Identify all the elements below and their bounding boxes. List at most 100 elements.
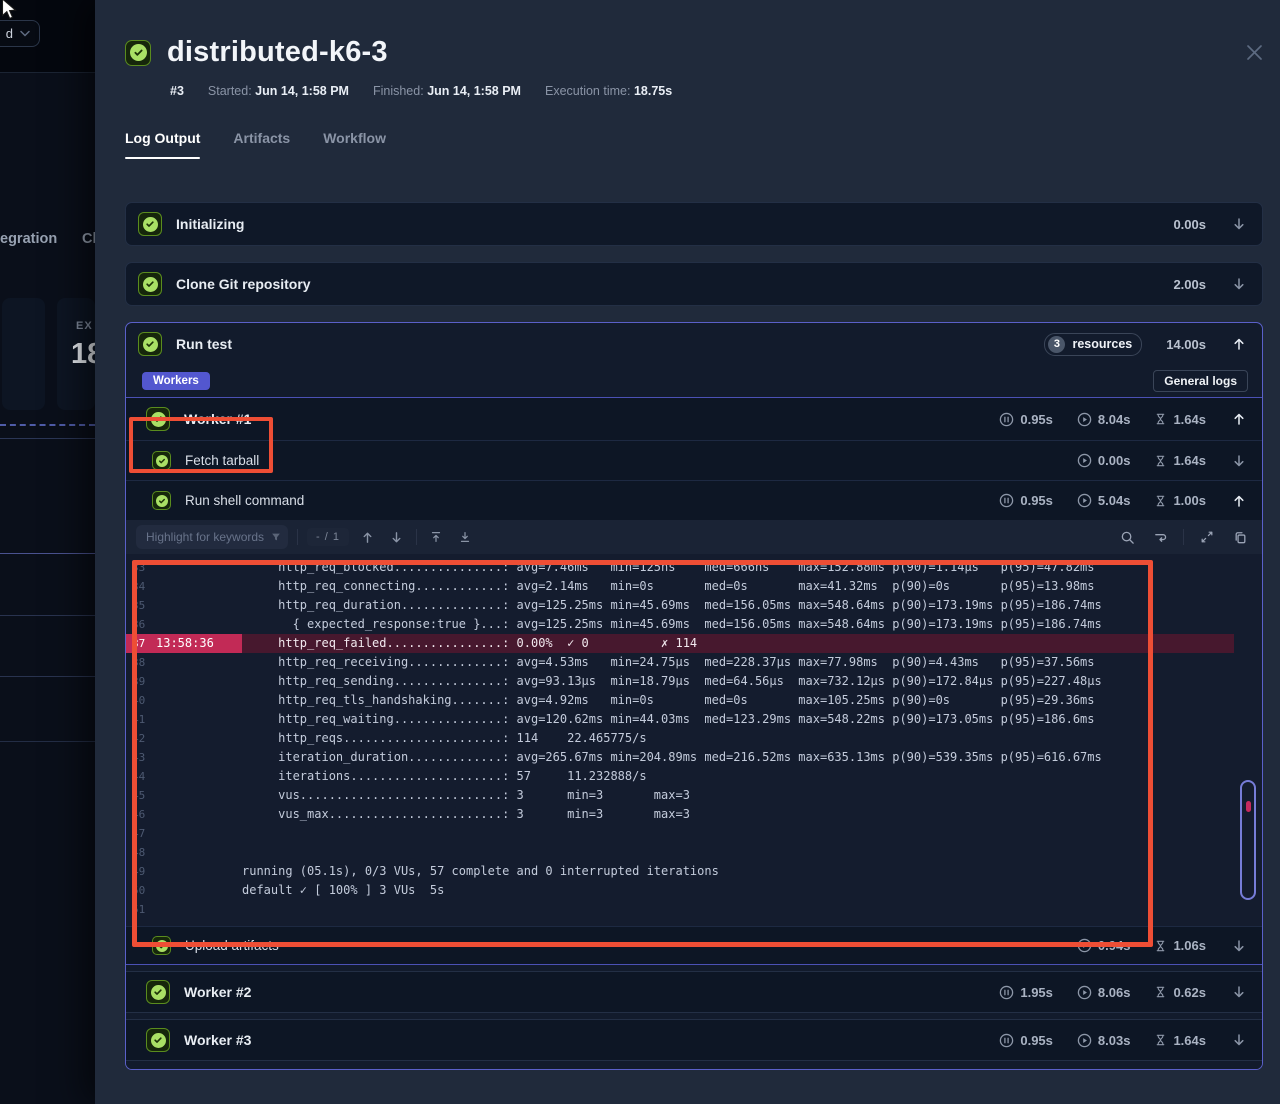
chevron-down-icon[interactable]: [1230, 275, 1248, 293]
step-row-worker1[interactable]: Worker #1 0.95s 8.04s 1.64s: [126, 398, 1262, 440]
chevron-up-icon[interactable]: [1230, 335, 1248, 353]
filter-funnel-icon: [270, 531, 282, 543]
chevron-down-icon[interactable]: [1230, 215, 1248, 233]
hourglass-icon: [1154, 494, 1167, 508]
background-divider: [0, 553, 95, 554]
expand-fullscreen-icon[interactable]: [1197, 527, 1217, 547]
step-row-worker3[interactable]: Worker #3 0.95s 8.03s 1.64s: [126, 1019, 1262, 1061]
drawer-header: distributed-k6-3: [125, 0, 1263, 69]
running-duration: 8.04s: [1077, 412, 1131, 427]
hourglass-icon: [1154, 1033, 1167, 1047]
scroll-to-bottom-icon[interactable]: [455, 527, 475, 547]
close-icon[interactable]: [1242, 40, 1266, 64]
success-status-icon: [152, 491, 171, 510]
step-row-run-test[interactable]: Run test 3 resources 14.00s: [126, 323, 1262, 365]
background-tab-integration[interactable]: egration: [0, 231, 57, 247]
step-label: Run test: [176, 336, 232, 352]
next-match-icon[interactable]: [387, 527, 407, 547]
resources-pill[interactable]: 3 resources: [1044, 333, 1142, 356]
running-duration: 5.04s: [1077, 493, 1131, 508]
success-status-icon: [125, 40, 151, 66]
step-label: Clone Git repository: [176, 276, 311, 292]
tab-workflow[interactable]: Workflow: [323, 130, 386, 159]
execution-time: Execution time: 18.75s: [545, 84, 672, 98]
step-row-run-shell[interactable]: Run shell command 0.95s 5.04s 1.00s: [126, 480, 1262, 520]
running-duration: 8.06s: [1077, 985, 1131, 1000]
search-icon[interactable]: [1117, 527, 1137, 547]
log-line: 44 iterations.....................: 57 1…: [126, 767, 1234, 786]
workers-bar: Workers General logs: [126, 365, 1262, 397]
play-circle-icon: [1077, 453, 1092, 468]
success-status-icon: [152, 936, 171, 955]
log-lines[interactable]: 33 http_req_blocked...............: avg=…: [126, 558, 1234, 919]
background-divider: [0, 438, 95, 439]
chevron-up-icon[interactable]: [1230, 492, 1248, 510]
pause-circle-icon: [999, 1033, 1014, 1048]
step-label: Worker #1: [184, 411, 251, 427]
chevron-down-icon[interactable]: [1230, 983, 1248, 1001]
running-duration: 0.00s: [1077, 453, 1131, 468]
tab-log-output[interactable]: Log Output: [125, 130, 200, 159]
paused-duration: 0.95s: [999, 493, 1053, 508]
queued-duration: 1.64s: [1154, 1033, 1206, 1048]
step-row-initializing[interactable]: Initializing 0.00s: [126, 203, 1262, 245]
success-status-icon: [152, 451, 171, 470]
queued-duration: 1.64s: [1154, 412, 1206, 427]
play-circle-icon: [1077, 412, 1092, 427]
log-scrollbar[interactable]: [1240, 780, 1256, 900]
pause-circle-icon: [999, 493, 1014, 508]
step-row-clone-git[interactable]: Clone Git repository 2.00s: [126, 263, 1262, 305]
tab-artifacts[interactable]: Artifacts: [233, 130, 290, 159]
step-label: Run shell command: [185, 493, 304, 508]
paused-duration: 0.95s: [999, 412, 1053, 427]
log-line: 43 iteration_duration.............: avg=…: [126, 748, 1234, 767]
copy-icon[interactable]: [1230, 527, 1250, 547]
background-tab-cli[interactable]: Cl: [82, 231, 95, 247]
finished-at: Finished: Jun 14, 1:58 PM: [373, 84, 521, 98]
workers-badge[interactable]: Workers: [142, 372, 210, 390]
chevron-down-icon[interactable]: [1230, 1031, 1248, 1049]
log-line: 47: [126, 824, 1234, 843]
previous-match-icon[interactable]: [358, 527, 378, 547]
highlight-keywords-input[interactable]: [136, 525, 288, 549]
step-duration: 14.00s: [1166, 337, 1206, 352]
log-toolbar: - / 1: [126, 520, 1262, 554]
step-duration: 0.00s: [1173, 217, 1206, 232]
running-duration: 8.03s: [1077, 1033, 1131, 1048]
log-line: 35 http_req_duration..............: avg=…: [126, 596, 1234, 615]
log-line: 48: [126, 843, 1234, 862]
pause-circle-icon: [999, 412, 1014, 427]
step-row-worker2[interactable]: Worker #2 1.95s 8.06s 0.62s: [126, 971, 1262, 1013]
chevron-down-icon[interactable]: [1230, 452, 1248, 470]
hourglass-icon: [1154, 985, 1167, 999]
step-label: Worker #3: [184, 1032, 251, 1048]
log-line: 49running (05.1s), 0/3 VUs, 57 complete …: [126, 862, 1234, 881]
background-dropdown[interactable]: d: [0, 20, 40, 47]
chevron-up-icon[interactable]: [1230, 410, 1248, 428]
log-line: 39 http_req_sending...............: avg=…: [126, 672, 1234, 691]
background-topbar: d: [0, 0, 95, 73]
queued-duration: 1.00s: [1154, 493, 1206, 508]
chevron-down-icon[interactable]: [1230, 937, 1248, 955]
log-line: 51: [126, 900, 1234, 919]
log-line: 41 http_req_waiting...............: avg=…: [126, 710, 1234, 729]
general-logs-button[interactable]: General logs: [1153, 370, 1248, 392]
step-card-run-test: Run test 3 resources 14.00s Workers Gene…: [125, 322, 1263, 1070]
run-number: #3: [170, 84, 184, 98]
success-status-icon: [146, 1028, 170, 1052]
resources-count: 3: [1048, 336, 1065, 353]
background-card-label: EX: [76, 320, 93, 332]
word-wrap-icon[interactable]: [1150, 527, 1170, 547]
log-scrollbar-highlight-marker: [1246, 801, 1251, 812]
log-line: 42 http_reqs......................: 114 …: [126, 729, 1234, 748]
log-line: 36 { expected_response:true }...: avg=12…: [126, 615, 1234, 634]
background-dashed-divider: [0, 424, 95, 426]
scroll-to-top-icon[interactable]: [426, 527, 446, 547]
step-duration: 2.00s: [1173, 277, 1206, 292]
log-line: 50default ✓ [ 100% ] 3 VUs 5s: [126, 881, 1234, 900]
step-row-fetch-tarball[interactable]: Fetch tarball 0.00s 1.64s: [126, 440, 1262, 480]
started-at: Started: Jun 14, 1:58 PM: [208, 84, 349, 98]
paused-duration: 0.95s: [999, 1033, 1053, 1048]
step-row-upload-artifacts[interactable]: Upload artifacts 0.94s 1.06s: [126, 926, 1262, 964]
paused-duration: 1.95s: [999, 985, 1053, 1000]
